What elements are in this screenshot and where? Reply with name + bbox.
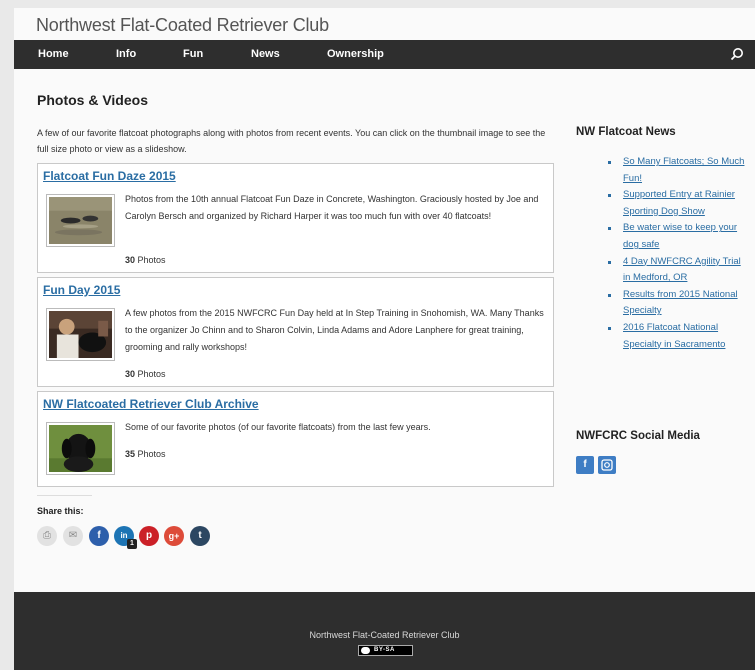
photo-count-number: 35 — [125, 449, 136, 459]
news-link[interactable]: 2016 Flatcoat National Specialty in Sacr… — [623, 322, 725, 350]
news-link[interactable]: Results from 2015 National Specialty — [623, 289, 738, 317]
creative-commons-badge[interactable]: BY-SA — [358, 645, 413, 656]
album-thumbnail[interactable] — [46, 308, 115, 361]
bullet-icon — [608, 326, 611, 330]
list-item: Be water wise to keep your dog safe — [576, 220, 746, 253]
news-heading: NW Flatcoat News — [576, 126, 676, 138]
list-item: So Many Flatcoats; So Much Fun! — [576, 154, 746, 187]
bullet-icon — [608, 227, 611, 231]
album-description: Some of our favorite photos (of our favo… — [125, 422, 431, 432]
site-title[interactable]: Northwest Flat-Coated Retriever Club — [36, 15, 329, 36]
main-content: Photos & Videos A few of our favorite fl… — [37, 92, 557, 550]
nav-news[interactable]: News — [251, 48, 280, 60]
photo-count-label: Photos — [137, 369, 166, 379]
print-icon[interactable]: ⎙ — [37, 526, 57, 546]
album-title-link[interactable]: Fun Day 2015 — [43, 283, 120, 297]
page: Northwest Flat-Coated Retriever Club Hom… — [14, 8, 755, 670]
album-title-link[interactable]: NW Flatcoated Retriever Club Archive — [43, 397, 259, 411]
cc-icon — [361, 647, 370, 654]
sidebar: NW Flatcoat News So Many Flatcoats; So M… — [576, 126, 746, 474]
album-thumbnail[interactable] — [46, 194, 115, 247]
share-heading: Share this: — [37, 506, 84, 516]
list-item: 4 Day NWFCRC Agility Trial in Medford, O… — [576, 254, 746, 287]
share-buttons: ⎙ ✉ f in 1 p g+ t — [37, 526, 557, 550]
instagram-icon[interactable] — [598, 456, 616, 474]
nav-home[interactable]: Home — [38, 48, 69, 60]
photo-count-label: Photos — [137, 449, 166, 459]
news-link[interactable]: So Many Flatcoats; So Much Fun! — [623, 156, 744, 184]
album-title-link[interactable]: Flatcoat Fun Daze 2015 — [43, 169, 176, 183]
social-heading: NWFCRC Social Media — [576, 430, 700, 442]
footer: Northwest Flat-Coated Retriever Club BY-… — [14, 592, 755, 670]
main-navigation: Home Info Fun News Ownership — [14, 40, 755, 69]
linkedin-icon[interactable]: in 1 — [114, 526, 137, 549]
photo-count-number: 30 — [125, 369, 136, 379]
album-description: A few photos from the 2015 NWFCRC Fun Da… — [125, 308, 544, 352]
album-photo-count: 35 Photos — [125, 449, 166, 459]
tumblr-icon[interactable]: t — [190, 526, 210, 546]
search-icon[interactable] — [729, 46, 745, 62]
bullet-icon — [608, 293, 611, 297]
news-link[interactable]: Supported Entry at Rainier Sporting Dog … — [623, 189, 735, 217]
news-list: So Many Flatcoats; So Much Fun! Supporte… — [576, 154, 746, 353]
facebook-icon[interactable]: f — [89, 526, 109, 546]
bullet-icon — [608, 260, 611, 264]
news-link[interactable]: Be water wise to keep your dog safe — [623, 222, 737, 250]
intro-text: A few of our favorite flatcoat photograp… — [37, 128, 546, 154]
share-count-badge: 1 — [127, 539, 137, 549]
divider — [37, 495, 92, 496]
news-link[interactable]: 4 Day NWFCRC Agility Trial in Medford, O… — [623, 256, 741, 284]
nav-fun[interactable]: Fun — [183, 48, 203, 60]
album-card: NW Flatcoated Retriever Club Archive Som… — [37, 391, 554, 487]
bullet-icon — [608, 161, 611, 164]
list-item: Results from 2015 National Specialty — [576, 287, 746, 320]
dogs-swimming-photo — [49, 197, 112, 244]
grooming-workshop-photo — [49, 311, 112, 358]
footer-text: Northwest Flat-Coated Retriever Club — [309, 630, 460, 640]
album-card: Flatcoat Fun Daze 2015 Photos from the 1… — [37, 163, 554, 273]
album-description: Photos from the 10th annual Flatcoat Fun… — [125, 194, 539, 221]
album-thumbnail[interactable] — [46, 422, 115, 475]
list-item: 2016 Flatcoat National Specialty in Sacr… — [576, 320, 746, 353]
pinterest-icon[interactable]: p — [139, 526, 159, 546]
instagram-glyph-icon — [601, 459, 613, 471]
email-icon[interactable]: ✉ — [63, 526, 83, 546]
album-card: Fun Day 2015 A few photos from the 2015 … — [37, 277, 554, 387]
album-photo-count: 30 Photos — [125, 369, 166, 379]
photo-count-number: 30 — [125, 255, 136, 265]
google-plus-icon[interactable]: g+ — [164, 526, 184, 546]
photo-count-label: Photos — [137, 255, 166, 265]
bullet-icon — [608, 194, 611, 198]
black-flatcoat-photo — [49, 425, 112, 472]
page-title: Photos & Videos — [37, 92, 148, 108]
facebook-icon[interactable]: f — [576, 456, 594, 474]
license-label: BY-SA — [374, 647, 395, 653]
list-item: Supported Entry at Rainier Sporting Dog … — [576, 187, 746, 220]
nav-ownership[interactable]: Ownership — [327, 48, 384, 60]
album-photo-count: 30 Photos — [125, 255, 166, 265]
nav-info[interactable]: Info — [116, 48, 136, 60]
